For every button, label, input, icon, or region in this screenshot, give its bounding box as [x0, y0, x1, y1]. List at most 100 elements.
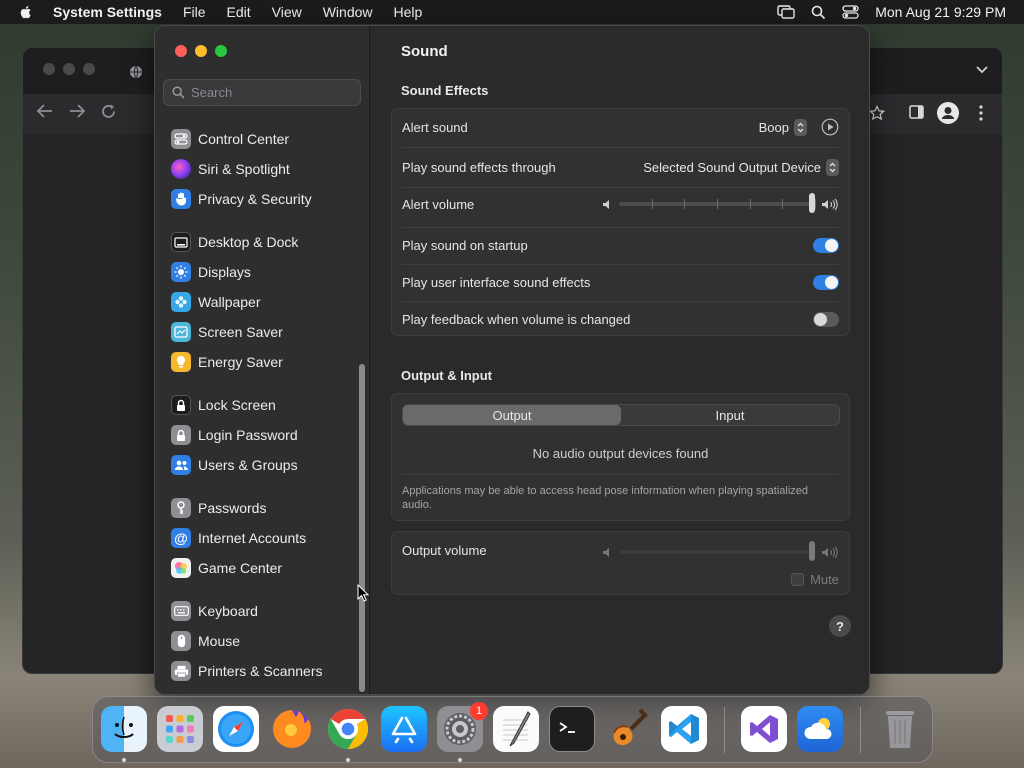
weather-icon[interactable] [797, 706, 843, 752]
vscode-icon[interactable] [661, 706, 707, 752]
sidebar-item-label: Internet Accounts [198, 530, 307, 546]
visual-studio-icon[interactable] [741, 706, 787, 752]
sidebar-item-printers-scanners[interactable]: Printers & Scanners [171, 658, 323, 684]
side-panel-icon[interactable] [909, 105, 924, 119]
sidebar-item-users-groups[interactable]: Users & Groups [171, 452, 298, 478]
startup-sound-row: Play sound on startup [402, 235, 839, 255]
sidebar-item-label: Screen Saver [198, 324, 283, 340]
sidebar-item-label: Lock Screen [198, 397, 276, 413]
search-input[interactable] [191, 85, 351, 100]
sidebar-item-label: Desktop & Dock [198, 234, 299, 250]
screen-saver-icon [171, 322, 191, 342]
sidebar-item-keyboard[interactable]: Keyboard [171, 598, 258, 624]
sidebar-item-label: Displays [198, 264, 251, 280]
menu-file[interactable]: File [183, 4, 206, 20]
slider-tick [717, 199, 718, 209]
hand-icon [171, 189, 191, 209]
sidebar-item-displays[interactable]: Displays [171, 259, 251, 285]
spotlight-search-icon[interactable] [811, 5, 826, 20]
launchpad-icon[interactable] [157, 706, 203, 752]
back-arrow-icon[interactable] [37, 104, 53, 118]
mouse-icon [171, 631, 191, 651]
sidebar-item-control-center[interactable]: Control Center [171, 126, 289, 152]
alert-sound-popup[interactable]: Boop [759, 118, 807, 136]
sidebar-item-label: Keyboard [198, 603, 258, 619]
garageband-icon[interactable] [605, 706, 651, 752]
reload-icon[interactable] [101, 104, 116, 119]
output-volume-row: Output volume [402, 540, 839, 561]
alert-volume-slider[interactable] [602, 193, 839, 213]
help-button[interactable]: ? [829, 615, 851, 637]
sidebar-item-passwords[interactable]: Passwords [171, 495, 266, 521]
profile-avatar-icon[interactable] [937, 102, 959, 124]
dock: 1 [92, 696, 933, 763]
menu-view[interactable]: View [272, 4, 302, 20]
zoom-window-button[interactable] [215, 45, 227, 57]
sidebar-item-desktop-dock[interactable]: Desktop & Dock [171, 229, 298, 255]
play-preview-icon[interactable] [821, 118, 839, 136]
sidebar-item-game-center[interactable]: Game Center [171, 555, 282, 581]
ui-sound-effects-toggle[interactable] [813, 274, 839, 290]
output-volume-slider[interactable] [602, 541, 839, 561]
firefox-icon[interactable] [269, 706, 315, 752]
sidebar-item-login-password[interactable]: Login Password [171, 422, 298, 448]
sidebar-item-privacy-security[interactable]: Privacy & Security [171, 186, 312, 212]
window-controls [175, 45, 227, 57]
menu-edit[interactable]: Edit [227, 4, 251, 20]
sidebar-item-internet-accounts[interactable]: @ Internet Accounts [171, 525, 306, 551]
menu-window[interactable]: Window [323, 4, 373, 20]
chrome-icon[interactable] [325, 706, 371, 752]
minimize-window-button[interactable] [195, 45, 207, 57]
tab-input[interactable]: Input [621, 405, 839, 425]
row-divider [402, 227, 839, 228]
finder-icon[interactable] [101, 706, 147, 752]
sidebar-item-energy-saver[interactable]: Energy Saver [171, 349, 283, 375]
startup-sound-label: Play sound on startup [402, 237, 528, 253]
system-settings-window: Control Center Siri & Spotlight Privacy … [154, 25, 870, 695]
sidebar-search[interactable] [163, 79, 361, 106]
menu-clock[interactable]: Mon Aug 21 9:29 PM [875, 4, 1006, 20]
forward-arrow-icon[interactable] [69, 104, 85, 118]
sound-effects-group: Alert sound Boop Play sound effects thro… [391, 108, 850, 336]
globe-icon [130, 65, 142, 79]
sidebar-item-screen-saver[interactable]: Screen Saver [171, 319, 283, 345]
bookmark-star-icon[interactable] [869, 105, 885, 121]
trash-icon[interactable] [877, 706, 923, 752]
startup-sound-toggle[interactable] [813, 237, 839, 253]
apple-logo-icon[interactable] [18, 4, 34, 20]
control-center-icon[interactable] [842, 5, 859, 19]
sidebar-item-mouse[interactable]: Mouse [171, 628, 240, 654]
screen-mirroring-icon[interactable] [777, 5, 795, 19]
slider-tick [652, 199, 653, 209]
chevron-down-icon[interactable] [976, 66, 988, 74]
notification-badge: 1 [470, 702, 488, 720]
sidebar-item-lock-screen[interactable]: Lock Screen [171, 392, 276, 418]
dock-separator [860, 707, 861, 753]
output-volume-group: Output volume Mute [391, 531, 850, 595]
more-menu-icon[interactable] [979, 105, 983, 121]
volume-feedback-row: Play feedback when volume is changed [402, 309, 839, 329]
play-through-popup[interactable]: Selected Sound Output Device [643, 158, 839, 176]
terminal-icon[interactable] [549, 706, 595, 752]
menu-help[interactable]: Help [394, 4, 423, 20]
output-input-group: Output Input No audio output devices fou… [391, 393, 850, 521]
sidebar-item-label: Game Center [198, 560, 283, 576]
control-center-icon [171, 129, 191, 149]
sidebar-scrollbar[interactable] [359, 364, 365, 692]
users-icon [171, 455, 191, 475]
system-settings-icon[interactable]: 1 [437, 702, 488, 752]
search-icon [172, 86, 185, 99]
popup-stepper-icon [826, 158, 839, 176]
volume-feedback-toggle[interactable] [813, 311, 839, 327]
tab-output[interactable]: Output [403, 405, 621, 425]
menu-app-name[interactable]: System Settings [53, 4, 162, 20]
close-window-button[interactable] [175, 45, 187, 57]
output-volume-thumb[interactable] [809, 541, 815, 561]
app-store-icon[interactable] [381, 706, 427, 752]
safari-icon[interactable] [213, 706, 259, 752]
sidebar-item-wallpaper[interactable]: Wallpaper [171, 289, 261, 315]
sun-icon [171, 262, 191, 282]
mute-checkbox[interactable]: Mute [791, 572, 839, 587]
sidebar-item-siri-spotlight[interactable]: Siri & Spotlight [171, 156, 290, 182]
textedit-icon[interactable] [493, 706, 539, 752]
